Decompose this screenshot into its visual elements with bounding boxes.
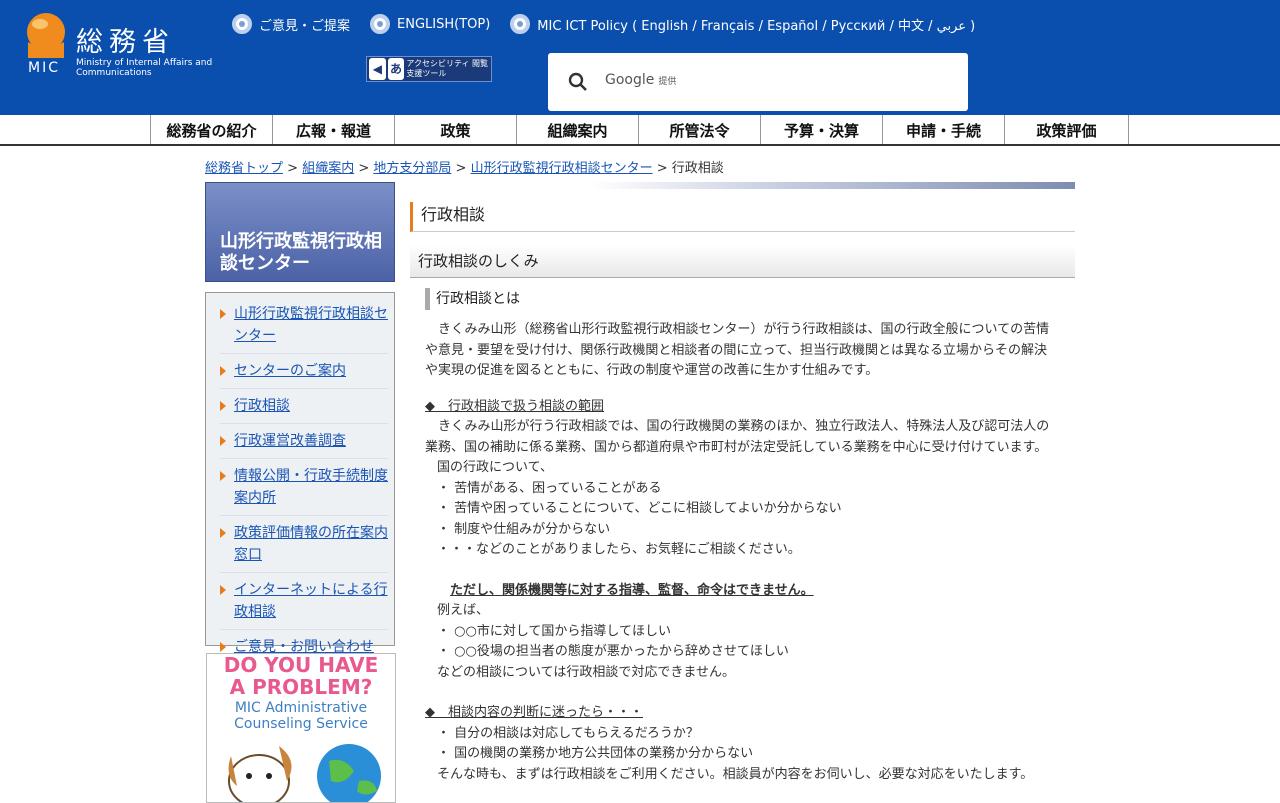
banner-headline: DO YOU HAVE A PROBLEM? bbox=[223, 653, 379, 699]
gnav-about[interactable]: 総務省の紹介 bbox=[151, 115, 273, 144]
radio-bullet-icon bbox=[510, 14, 531, 34]
gnav-organization[interactable]: 組織案内 bbox=[517, 115, 639, 144]
list-item: ・ 制度や仕組みが分からない bbox=[437, 521, 611, 537]
scope-paragraph: きくみみ山形が行う行政相談では、国の行政機関の業務のほか、独立行政法人、特殊法人… bbox=[425, 419, 1050, 455]
radio-bullet-icon bbox=[370, 14, 391, 34]
crumb-current: 行政相談 bbox=[671, 161, 724, 176]
gnav-press[interactable]: 広報・報道 bbox=[273, 115, 395, 144]
list-item: ・ 国の機関の業務か地方公共団体の業務か分からない bbox=[437, 746, 754, 761]
site-header: 総務省 MIC Ministry of Internal Affairs and… bbox=[0, 0, 1280, 115]
sidebar-item-improvement[interactable]: 行政運営改善調査 bbox=[220, 424, 388, 459]
intro-paragraph: きくみみ山形（総務省山形行政監視行政相談センター）が行う行政相談は、国の行政全般… bbox=[425, 322, 1050, 378]
sidebar-item-evaluation[interactable]: 政策評価情報の所在案内窓口 bbox=[220, 516, 388, 573]
logo-emblem-icon bbox=[27, 13, 65, 58]
subsection-heading: 行政相談とは bbox=[425, 288, 520, 310]
toplink-opinion[interactable]: ご意見・ご提案 bbox=[232, 14, 350, 34]
page-title: 行政相談 bbox=[410, 202, 1075, 232]
gnav-evaluation[interactable]: 政策評価 bbox=[1005, 115, 1129, 144]
speaker-icon: ◀ bbox=[369, 58, 386, 80]
gnav-budget[interactable]: 予算・決算 bbox=[761, 115, 883, 144]
gnav-applications[interactable]: 申請・手続 bbox=[883, 115, 1005, 144]
crumb-regional[interactable]: 地方支分部局 bbox=[373, 161, 451, 176]
gnav-laws[interactable]: 所管法令 bbox=[639, 115, 761, 144]
doubt-note: そんな時も、まずは行政相談をご利用ください。相談員が内容をお伺いし、必要な対応を… bbox=[437, 766, 1034, 782]
gnav-policy[interactable]: 政策 bbox=[395, 115, 517, 144]
list-item: ・ 苦情や困っていることについて、どこに相談してよいか分からない bbox=[437, 501, 842, 516]
warning-text: ただし、関係機関等に対する指導、監督、命令はできません。 bbox=[450, 582, 814, 598]
list-item: ・ ○○役場の担当者の態度が悪かったから辞めさせてほしい bbox=[437, 644, 789, 659]
example-intro: 例えば、 bbox=[437, 603, 490, 618]
banner-subtitle: MIC Administrative Counseling Service bbox=[234, 700, 368, 732]
search-placeholder: Google 提供 bbox=[605, 72, 677, 88]
logo-english: Ministry of Internal Affairs and Communi… bbox=[76, 58, 213, 78]
crumb-top[interactable]: 総務省トップ bbox=[205, 161, 283, 176]
global-nav: 総務省の紹介 広報・報道 政策 組織案内 所管法令 予算・決算 申請・手続 政策… bbox=[0, 115, 1280, 146]
mic-logo[interactable]: 総務省 MIC Ministry of Internal Affairs and… bbox=[26, 12, 216, 82]
accessibility-label: アクセシビリティ 閲覧支援ツール bbox=[406, 59, 489, 78]
toplink-ict-policy[interactable]: MIC ICT Policy ( English / Français / Es… bbox=[510, 14, 975, 34]
counseling-banner[interactable]: DO YOU HAVE A PROBLEM? MIC Administrative… bbox=[206, 653, 396, 803]
radio-bullet-icon bbox=[232, 14, 252, 34]
list-item: ・ ○○市に対して国から指導してほしい bbox=[437, 623, 672, 639]
search-icon[interactable] bbox=[568, 72, 588, 92]
toplink-english[interactable]: ENGLISH(TOP) bbox=[370, 14, 490, 34]
list-item: ・ 自分の相談は対応してもらえるだろうか？ bbox=[437, 725, 699, 741]
sidebar-item-guide[interactable]: センターのご案内 bbox=[220, 354, 388, 389]
sidebar-menu: 山形行政監視行政相談センター センターのご案内 行政相談 行政運営改善調査 情報… bbox=[205, 292, 395, 655]
section-heading: 行政相談のしくみ bbox=[410, 245, 1075, 278]
article-body: きくみみ山形（総務省山形行政監視行政相談センター）が行う行政相談は、国の行政全般… bbox=[425, 320, 1055, 785]
logo-mic: MIC bbox=[28, 60, 60, 76]
sidebar-item-disclosure[interactable]: 情報公開・行政手続制度案内所 bbox=[220, 459, 388, 516]
list-intro: 国の行政について、 bbox=[437, 460, 553, 475]
mascot-globe-image bbox=[228, 744, 381, 802]
sidebar-title: 山形行政監視行政相談センター bbox=[205, 182, 395, 282]
decorative-bar bbox=[590, 182, 1075, 189]
sidebar-item-consultation[interactable]: 行政相談 bbox=[220, 389, 388, 424]
sidebar-item-internet[interactable]: インターネットによる行政相談 bbox=[220, 573, 388, 630]
sidebar-item-center[interactable]: 山形行政監視行政相談センター bbox=[220, 297, 388, 354]
list-item: ・ 苦情がある、困っていることがある bbox=[437, 480, 662, 496]
search-box[interactable]: Google 提供 bbox=[548, 53, 968, 111]
crumb-center[interactable]: 山形行政監視行政相談センター bbox=[471, 161, 653, 176]
crumb-organization[interactable]: 組織案内 bbox=[302, 161, 354, 176]
logo-japanese: 総務省 bbox=[76, 27, 175, 58]
accessibility-tool-button[interactable]: ◀ あ アクセシビリティ 閲覧支援ツール bbox=[366, 56, 492, 82]
hiragana-icon: あ bbox=[387, 58, 405, 80]
example-note: などの相談については行政相談で対応できません。 bbox=[437, 664, 735, 680]
top-links: ご意見・ご提案 ENGLISH(TOP) MIC ICT Policy ( En… bbox=[232, 14, 975, 34]
list-item: ・・・などのことがありましたら、お気軽にご相談ください。 bbox=[437, 542, 801, 557]
scope-heading: ◆ 行政相談で扱う相談の範囲 bbox=[425, 398, 604, 414]
breadcrumb: 総務省トップ > 組織案内 > 地方支分部局 > 山形行政監視行政相談センター … bbox=[205, 161, 724, 176]
doubt-heading: ◆ 相談内容の判断に迷ったら・・・ bbox=[425, 705, 643, 720]
